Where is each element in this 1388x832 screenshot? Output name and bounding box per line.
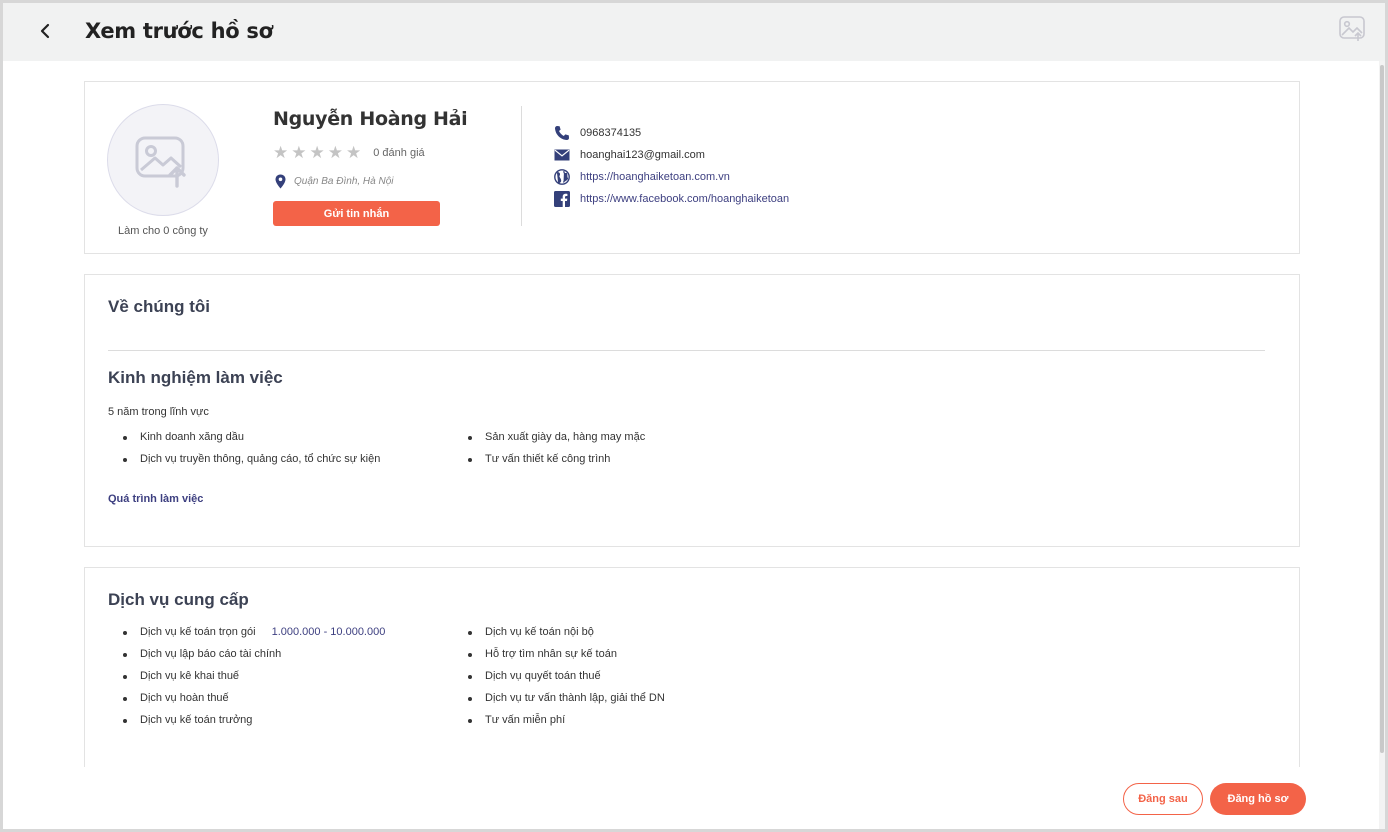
- chevron-left-icon: [40, 23, 50, 39]
- list-item: Hỗ trợ tìm nhân sự kế toán: [453, 643, 665, 665]
- location: Quận Ba Đình, Hà Nội: [275, 174, 394, 189]
- publish-profile-button[interactable]: Đăng hồ sơ: [1210, 783, 1306, 815]
- divider: [108, 350, 1265, 351]
- profile-card: Làm cho 0 công ty Nguyễn Hoàng Hải ★ ★ ★…: [84, 81, 1300, 254]
- about-card: Về chúng tôi Kinh nghiệm làm việc 5 năm …: [84, 274, 1300, 547]
- about-title: Về chúng tôi: [108, 297, 210, 316]
- map-pin-icon: [275, 174, 286, 189]
- list-item: Dịch vụ hoàn thuế: [108, 687, 385, 709]
- service-name: Dịch vụ kế toán trọn gói: [140, 626, 256, 638]
- work-for-label: Làm cho 0 công ty: [118, 225, 208, 237]
- contact-list: 0968374135 hoanghai123@gmail.com https:/…: [553, 122, 789, 210]
- rating-count: 0 đánh giá: [373, 146, 425, 159]
- services-card: Dịch vụ cung cấp Dịch vụ kế toán trọn gó…: [84, 567, 1300, 767]
- phone-text: 0968374135: [580, 127, 642, 139]
- list-item: Dịch vụ kế toán trọn gói 1.000.000 - 10.0…: [108, 621, 385, 643]
- experience-title: Kinh nghiệm làm việc: [108, 368, 283, 387]
- services-title: Dịch vụ cung cấp: [108, 590, 249, 609]
- list-item: Dịch vụ kê khai thuế: [108, 665, 385, 687]
- contact-facebook[interactable]: https://www.facebook.com/hoanghaiketoan: [553, 188, 789, 210]
- fields-list-left: Kinh doanh xăng dầu Dịch vụ truyền thông…: [108, 426, 380, 470]
- list-item: Dịch vụ kế toán trưởng: [108, 709, 385, 731]
- divider: [521, 106, 522, 226]
- star-icon: ★: [273, 143, 289, 162]
- list-item: Dịch vụ quyết toán thuế: [453, 665, 665, 687]
- services-list-left: Dịch vụ kế toán trọn gói 1.000.000 - 10.0…: [108, 621, 385, 731]
- list-item: Sản xuất giày da, hàng may mặc: [453, 426, 645, 448]
- list-item: Dịch vụ tư vấn thành lập, giải thể DN: [453, 687, 665, 709]
- service-price: 1.000.000 - 10.000.000: [271, 626, 386, 638]
- scrollbar-thumb[interactable]: [1380, 65, 1384, 753]
- list-item: Dịch vụ lập báo cáo tài chính: [108, 643, 385, 665]
- rating-stars: ★ ★ ★ ★ ★ 0 đánh giá: [273, 144, 425, 161]
- top-bar: Xem trước hồ sơ: [3, 3, 1385, 61]
- profile-name: Nguyễn Hoàng Hải: [273, 108, 468, 130]
- list-item: Tư vấn thiết kế công trình: [453, 448, 645, 470]
- experience-years: 5 năm trong lĩnh vực: [108, 406, 209, 418]
- contact-email: hoanghai123@gmail.com: [553, 144, 789, 166]
- services-list-right: Dịch vụ kế toán nội bộ Hỗ trợ tìm nhân s…: [453, 621, 665, 731]
- list-item: Dịch vụ truyền thông, quảng cáo, tổ chức…: [108, 448, 380, 470]
- mail-icon: [553, 146, 571, 164]
- contact-website[interactable]: https://hoanghaiketoan.com.vn: [553, 166, 789, 188]
- contact-phone: 0968374135: [553, 122, 789, 144]
- avatar[interactable]: [107, 104, 219, 216]
- preview-window: Xem trước hồ sơ Làm cho 0 công ty Nguyễn…: [0, 0, 1388, 832]
- image-upload-icon: [135, 136, 186, 188]
- star-icon: ★: [309, 143, 325, 162]
- scrollbar[interactable]: [1379, 61, 1385, 829]
- star-icon: ★: [346, 143, 362, 162]
- star-icon: ★: [291, 143, 307, 162]
- location-text: Quận Ba Đình, Hà Nội: [294, 176, 394, 187]
- post-later-button[interactable]: Đăng sau: [1123, 783, 1203, 815]
- work-history-link[interactable]: Quá trình làm việc: [108, 493, 203, 505]
- globe-icon: [553, 168, 571, 186]
- star-icon: ★: [327, 143, 343, 162]
- list-item: Tư vấn miễn phí: [453, 709, 665, 731]
- phone-icon: [553, 124, 571, 142]
- list-item: Dịch vụ kế toán nội bộ: [453, 621, 665, 643]
- fields-list-right: Sản xuất giày da, hàng may mặc Tư vấn th…: [453, 426, 645, 470]
- page-title: Xem trước hồ sơ: [85, 19, 273, 43]
- email-text: hoanghai123@gmail.com: [580, 149, 705, 161]
- send-message-button[interactable]: Gửi tin nhắn: [273, 201, 440, 226]
- facebook-icon: [553, 190, 571, 208]
- facebook-link[interactable]: https://www.facebook.com/hoanghaiketoan: [580, 193, 789, 205]
- list-item: Kinh doanh xăng dầu: [108, 426, 380, 448]
- website-link[interactable]: https://hoanghaiketoan.com.vn: [580, 171, 730, 183]
- back-button[interactable]: [33, 19, 57, 43]
- image-upload-icon[interactable]: [1337, 13, 1367, 43]
